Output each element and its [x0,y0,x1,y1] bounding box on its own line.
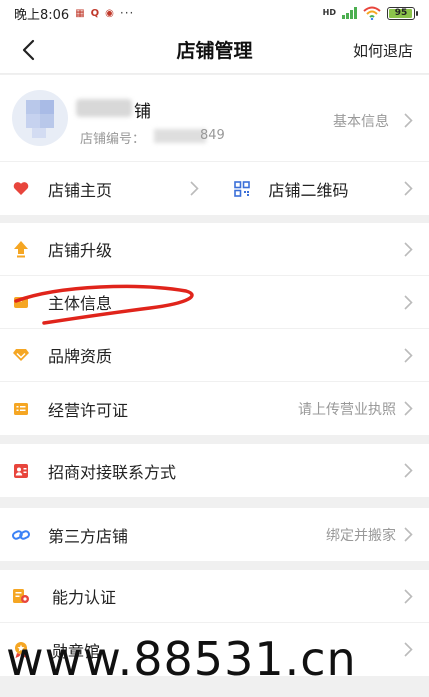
contact-card-icon [12,462,30,480]
shop-homepage-item[interactable]: 店铺主页 [0,162,215,215]
battery-level: 95 [394,8,408,18]
heart-icon [12,180,30,198]
app-notification-icon: ▦ [75,7,85,19]
shop-qrcode-label: 店铺二维码 [268,180,349,200]
menu-item-label: 品牌资质 [48,347,113,366]
menu-item-label: 经营许可证 [48,400,129,420]
certification-icon [12,587,30,605]
chevron-right-icon [404,463,413,478]
status-left: 晚上8:06 ▦ Q ◉ ··· [14,4,134,23]
menu-item-label: 店铺升级 [48,241,113,260]
menu-item-label: 主体信息 [48,294,113,313]
qq-icon: Q [90,7,100,19]
chevron-right-icon [404,588,413,604]
signal-icon [342,7,357,19]
shop-avatar [12,90,68,146]
weibo-icon: ◉ [105,7,114,19]
chevron-right-icon [404,347,413,363]
menu-item-entity-info[interactable]: 主体信息 [0,276,429,329]
upload-license-hint: 请上传营业执照 [298,401,396,418]
battery-icon: 95 [387,6,418,20]
chevron-right-icon [189,181,199,196]
wifi-icon [363,6,381,20]
menu-group-third-party: 第三方店铺 绑定并搬家 [0,508,429,561]
chevron-right-icon [404,642,413,657]
menu-item-third-party-shop[interactable]: 第三方店铺 绑定并搬家 [0,508,429,561]
shop-qrcode-item[interactable]: 店铺二维码 [215,162,429,215]
bind-and-move-hint: 绑定并搬家 [326,527,396,544]
menu-item-label: 招商对接联系方式 [48,462,177,482]
shop-id-label: 店铺编号： [80,132,146,147]
brand-diamond-icon [12,346,30,364]
menu-item-business-license[interactable]: 经营许可证 请上传营业执照 [0,382,429,435]
license-icon [12,400,30,418]
shop-homepage-label: 店铺主页 [48,180,113,200]
nav-bar: 店铺管理 如何退店 [0,26,429,74]
chevron-right-icon [404,527,413,542]
shop-name-redacted [76,99,132,117]
link-icon [12,526,30,544]
status-time: 晚上8:06 [14,7,70,23]
more-notifications-icon: ··· [119,6,135,20]
back-button[interactable] [14,36,42,64]
menu-item-investment-contact[interactable]: 招商对接联系方式 [0,444,429,497]
shop-id-redacted [154,129,206,143]
quick-links: 店铺主页 店铺二维码 [0,162,429,215]
menu-group-contact: 招商对接联系方式 [0,444,429,497]
menu-item-brand-qualification[interactable]: 品牌资质 [0,329,429,382]
menu-group-qualification: 店铺升级 主体信息 品牌资质 经营许可证 请上传营业执照 [0,223,429,435]
menu-item-label: 第三方店铺 [48,526,129,546]
back-arrow-icon [22,39,35,61]
how-to-close-shop-link[interactable]: 如何退店 [353,40,413,61]
chevron-right-icon [404,401,413,416]
page-title: 店铺管理 [176,40,253,62]
status-bar: 晚上8:06 ▦ Q ◉ ··· HD 95 [0,0,429,26]
site-watermark: www.88531.cn [6,632,357,686]
shop-info-card[interactable]: 铺 店铺编号： 849 基本信息 [0,75,429,162]
shop-id: 849 [200,128,225,143]
hd-icon: HD [322,8,336,17]
upgrade-arrow-icon [12,240,30,258]
entity-icon [12,293,30,311]
menu-item-shop-upgrade[interactable]: 店铺升级 [0,223,429,276]
chevron-right-icon [404,241,413,257]
status-right: HD 95 [322,6,418,20]
menu-item-ability-certification[interactable]: 能力认证 [0,570,429,623]
qrcode-icon [233,180,251,198]
menu-item-label: 能力认证 [52,588,117,607]
shop-name: 铺 [134,102,151,122]
chevron-right-icon [404,113,413,128]
chevron-right-icon [404,294,413,310]
chevron-right-icon [404,181,413,196]
basic-info-link[interactable]: 基本信息 [333,111,389,131]
